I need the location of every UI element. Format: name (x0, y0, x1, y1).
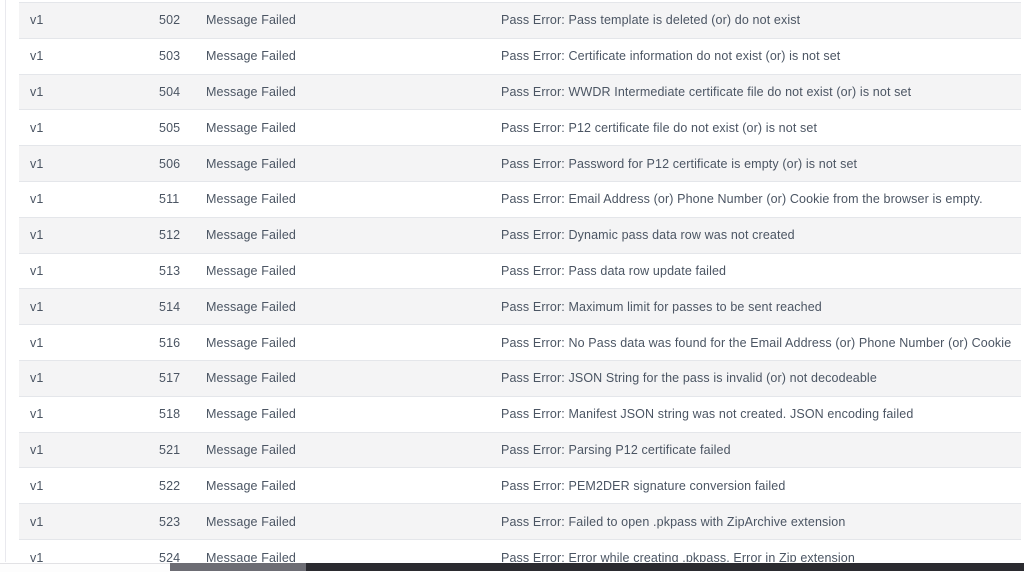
cell-version: v1 (19, 432, 148, 468)
cell-version: v1 (19, 253, 148, 289)
cell-code: 503 (148, 38, 195, 74)
cell-version: v1 (19, 504, 148, 540)
table-scroll-viewport[interactable]: v1502Message FailedPass Error: Pass temp… (6, 0, 1024, 563)
cell-status: Message Failed (195, 432, 490, 468)
cell-status: Message Failed (195, 3, 490, 39)
table-row[interactable]: v1522Message FailedPass Error: PEM2DER s… (19, 468, 1021, 504)
cell-status: Message Failed (195, 146, 490, 182)
cell-status: Message Failed (195, 38, 490, 74)
cell-message: Pass Error: No Pass data was found for t… (490, 325, 1021, 361)
table-row[interactable]: v1521Message FailedPass Error: Parsing P… (19, 432, 1021, 468)
cell-message: Pass Error: Email Address (or) Phone Num… (490, 181, 1021, 217)
cell-status: Message Failed (195, 325, 490, 361)
table-row[interactable]: v1513Message FailedPass Error: Pass data… (19, 253, 1021, 289)
cell-code: 506 (148, 146, 195, 182)
cell-version: v1 (19, 325, 148, 361)
cell-message: Pass Error: P12 certificate file do not … (490, 110, 1021, 146)
cell-code: 511 (148, 181, 195, 217)
cell-code: 512 (148, 217, 195, 253)
cell-message: Pass Error: Manifest JSON string was not… (490, 396, 1021, 432)
cell-version: v1 (19, 3, 148, 39)
cell-version: v1 (19, 360, 148, 396)
cell-message: Pass Error: WWDR Intermediate certificat… (490, 74, 1021, 110)
page-root: v1502Message FailedPass Error: Pass temp… (0, 0, 1024, 571)
cell-message: Pass Error: Pass data row update failed (490, 253, 1021, 289)
table-row[interactable]: v1518Message FailedPass Error: Manifest … (19, 396, 1021, 432)
cell-version: v1 (19, 396, 148, 432)
cell-status: Message Failed (195, 181, 490, 217)
cell-code: 514 (148, 289, 195, 325)
cell-message: Pass Error: Failed to open .pkpass with … (490, 504, 1021, 540)
table-row[interactable]: v1512Message FailedPass Error: Dynamic p… (19, 217, 1021, 253)
cell-message: Pass Error: Certificate information do n… (490, 38, 1021, 74)
cell-code: 504 (148, 74, 195, 110)
cell-code: 502 (148, 3, 195, 39)
table-row[interactable]: v1504Message FailedPass Error: WWDR Inte… (19, 74, 1021, 110)
cell-code: 517 (148, 360, 195, 396)
cell-message: Pass Error: Dynamic pass data row was no… (490, 217, 1021, 253)
scrollbar-thumb[interactable] (170, 563, 306, 571)
cell-status: Message Failed (195, 468, 490, 504)
table-row[interactable]: v1506Message FailedPass Error: Password … (19, 146, 1021, 182)
table-row[interactable]: v1514Message FailedPass Error: Maximum l… (19, 289, 1021, 325)
cell-status: Message Failed (195, 539, 490, 563)
cell-status: Message Failed (195, 289, 490, 325)
cell-version: v1 (19, 217, 148, 253)
table-row[interactable]: v1503Message FailedPass Error: Certifica… (19, 38, 1021, 74)
cell-code: 523 (148, 504, 195, 540)
error-codes-table-body: v1502Message FailedPass Error: Pass temp… (19, 3, 1021, 564)
horizontal-scrollbar[interactable] (0, 562, 1024, 571)
cell-message: Pass Error: Maximum limit for passes to … (490, 289, 1021, 325)
cell-message: Pass Error: Pass template is deleted (or… (490, 3, 1021, 39)
cell-code: 521 (148, 432, 195, 468)
cell-status: Message Failed (195, 110, 490, 146)
cell-status: Message Failed (195, 504, 490, 540)
cell-status: Message Failed (195, 396, 490, 432)
cell-version: v1 (19, 468, 148, 504)
table-row[interactable]: v1524Message FailedPass Error: Error whi… (19, 539, 1021, 563)
cell-code: 513 (148, 253, 195, 289)
cell-version: v1 (19, 181, 148, 217)
cell-status: Message Failed (195, 74, 490, 110)
cell-status: Message Failed (195, 217, 490, 253)
cell-code: 516 (148, 325, 195, 361)
table-row[interactable]: v1502Message FailedPass Error: Pass temp… (19, 3, 1021, 39)
cell-status: Message Failed (195, 253, 490, 289)
table-row[interactable]: v1523Message FailedPass Error: Failed to… (19, 504, 1021, 540)
cell-message: Pass Error: Error while creating .pkpass… (490, 539, 1021, 563)
table-row[interactable]: v1517Message FailedPass Error: JSON Stri… (19, 360, 1021, 396)
cell-code: 518 (148, 396, 195, 432)
cell-version: v1 (19, 74, 148, 110)
cell-code: 522 (148, 468, 195, 504)
cell-message: Pass Error: Parsing P12 certificate fail… (490, 432, 1021, 468)
cell-code: 524 (148, 539, 195, 563)
table-row[interactable]: v1511Message FailedPass Error: Email Add… (19, 181, 1021, 217)
error-codes-table: v1502Message FailedPass Error: Pass temp… (19, 2, 1021, 563)
cell-message: Pass Error: JSON String for the pass is … (490, 360, 1021, 396)
cell-status: Message Failed (195, 360, 490, 396)
cell-version: v1 (19, 146, 148, 182)
cell-code: 505 (148, 110, 195, 146)
cell-version: v1 (19, 110, 148, 146)
cell-version: v1 (19, 38, 148, 74)
cell-message: Pass Error: Password for P12 certificate… (490, 146, 1021, 182)
cell-version: v1 (19, 289, 148, 325)
table-row[interactable]: v1516Message FailedPass Error: No Pass d… (19, 325, 1021, 361)
table-row[interactable]: v1505Message FailedPass Error: P12 certi… (19, 110, 1021, 146)
cell-version: v1 (19, 539, 148, 563)
cell-message: Pass Error: PEM2DER signature conversion… (490, 468, 1021, 504)
